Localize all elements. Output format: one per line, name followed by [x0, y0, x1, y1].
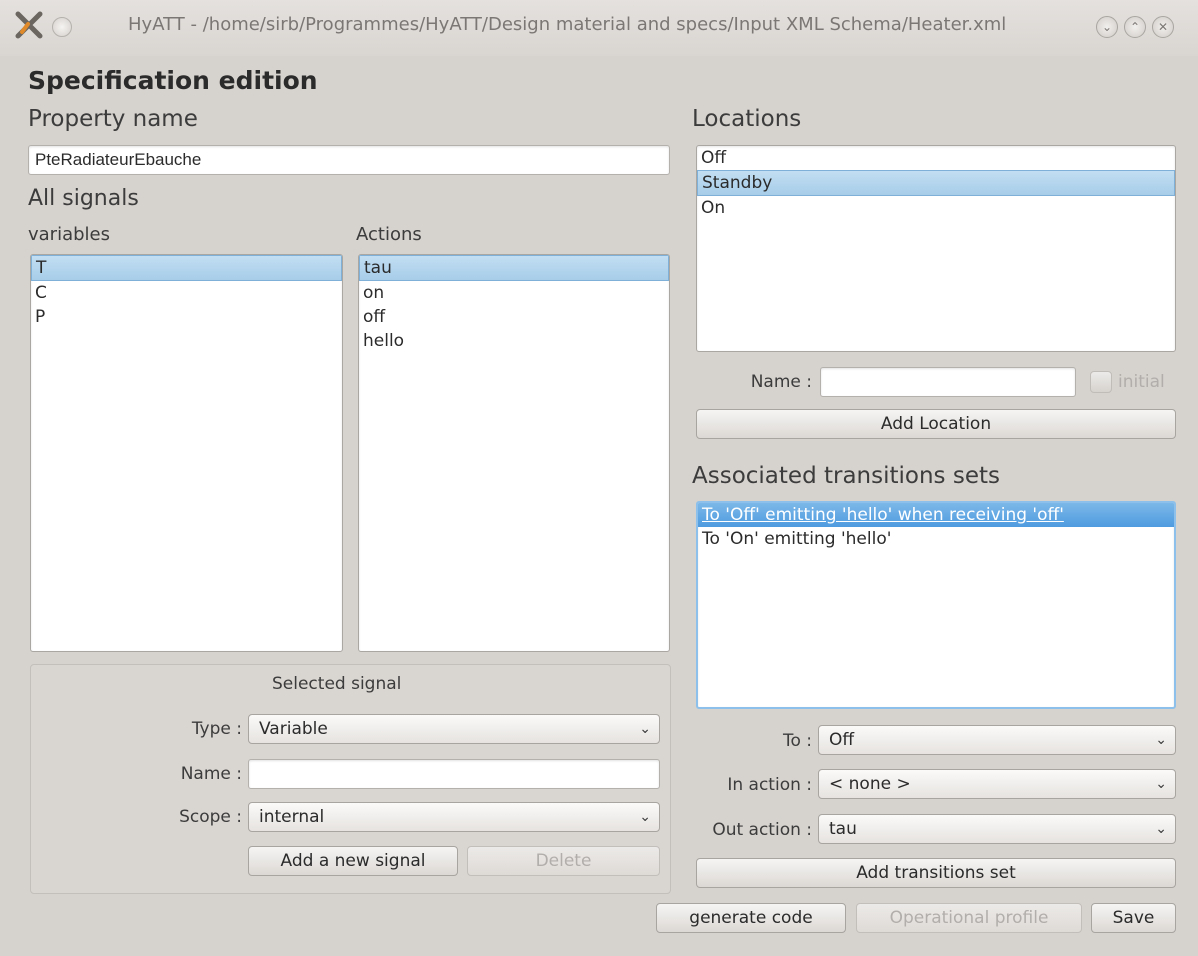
type-select-value: Variable [259, 719, 328, 739]
list-item[interactable]: P [31, 305, 342, 329]
signal-name-input[interactable] [248, 759, 660, 789]
scope-select[interactable]: internal ⌄ [248, 802, 660, 832]
type-label: Type : [191, 719, 242, 739]
delete-signal-button[interactable]: Delete [467, 846, 660, 876]
add-location-button[interactable]: Add Location [696, 409, 1176, 439]
actions-list[interactable]: tau on off hello [358, 254, 670, 652]
list-item[interactable]: To 'On' emitting 'hello' [698, 527, 1174, 551]
add-signal-button[interactable]: Add a new signal [248, 846, 458, 876]
in-action-select[interactable]: < none > ⌄ [818, 769, 1176, 799]
variables-list[interactable]: T C P [30, 254, 343, 652]
type-select[interactable]: Variable ⌄ [248, 714, 660, 744]
in-action-label: In action : [727, 775, 812, 795]
list-item[interactable]: on [359, 281, 669, 305]
initial-checkbox[interactable] [1090, 371, 1112, 393]
window-titlebar: HyATT - /home/sirb/Programmes/HyATT/Desi… [0, 0, 1198, 56]
list-item[interactable]: To 'Off' emitting 'hello' when receiving… [698, 503, 1174, 527]
all-signals-label: All signals [28, 186, 139, 211]
pin-icon[interactable] [52, 17, 72, 37]
minimize-icon[interactable]: ⌄ [1096, 16, 1118, 38]
to-label: To : [782, 731, 812, 751]
to-select[interactable]: Off ⌄ [818, 725, 1176, 755]
out-action-select[interactable]: tau ⌄ [818, 814, 1176, 844]
save-button[interactable]: Save [1091, 903, 1176, 933]
property-name-label: Property name [28, 106, 198, 132]
list-item[interactable]: hello [359, 329, 669, 353]
locations-list[interactable]: Off Standby On [696, 145, 1176, 352]
variables-label: variables [28, 224, 110, 245]
transitions-label: Associated transitions sets [692, 463, 1000, 489]
generate-code-button[interactable]: generate code [656, 903, 846, 933]
window-title: HyATT - /home/sirb/Programmes/HyATT/Desi… [128, 14, 1007, 35]
transitions-list[interactable]: To 'Off' emitting 'hello' when receiving… [696, 501, 1176, 709]
in-action-select-value: < none > [829, 774, 911, 794]
out-action-select-value: tau [829, 819, 857, 839]
name-label: Name : [180, 764, 242, 784]
location-name-label: Name : [750, 372, 812, 392]
chevron-down-icon: ⌄ [1155, 776, 1167, 792]
scope-select-value: internal [259, 807, 325, 827]
actions-label: Actions [356, 224, 422, 245]
location-name-input[interactable] [820, 367, 1076, 397]
locations-label: Locations [692, 106, 802, 132]
out-action-label: Out action : [712, 820, 812, 840]
close-icon[interactable]: ✕ [1152, 16, 1174, 38]
selected-signal-title: Selected signal [272, 674, 402, 694]
app-logo-icon[interactable] [14, 10, 44, 40]
list-item[interactable]: C [31, 281, 342, 305]
list-item[interactable]: tau [359, 255, 669, 281]
list-item[interactable]: Standby [697, 170, 1175, 196]
scope-label: Scope : [179, 807, 242, 827]
to-select-value: Off [829, 730, 855, 750]
chevron-down-icon: ⌄ [639, 809, 651, 825]
initial-label: initial [1118, 372, 1165, 392]
list-item[interactable]: Off [697, 146, 1175, 170]
maximize-icon[interactable]: ⌃ [1124, 16, 1146, 38]
chevron-down-icon: ⌄ [639, 721, 651, 737]
operational-profile-button[interactable]: Operational profile [856, 903, 1082, 933]
chevron-down-icon: ⌄ [1155, 732, 1167, 748]
list-item[interactable]: off [359, 305, 669, 329]
property-name-input[interactable] [28, 145, 670, 175]
list-item[interactable]: T [31, 255, 342, 281]
dialog-heading: Specification edition [28, 66, 318, 95]
add-transitions-set-button[interactable]: Add transitions set [696, 858, 1176, 888]
chevron-down-icon: ⌄ [1155, 821, 1167, 837]
list-item[interactable]: On [697, 196, 1175, 220]
